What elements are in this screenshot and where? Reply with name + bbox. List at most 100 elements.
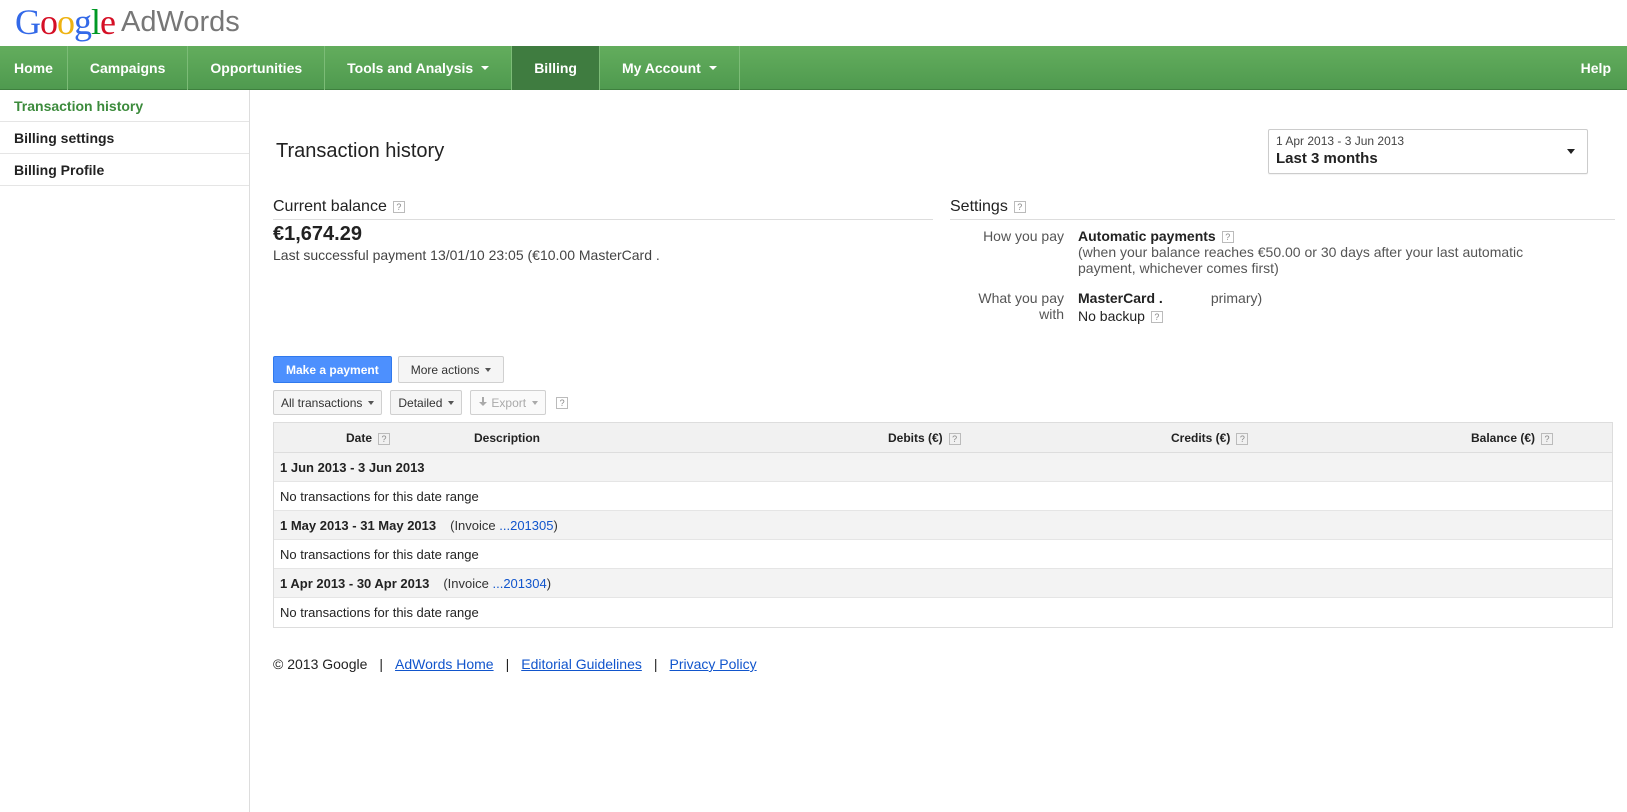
tab-label: Billing (534, 60, 577, 76)
balance-heading-text: Current balance (273, 198, 387, 215)
settings-heading: Settings? (950, 198, 1615, 220)
tab-home[interactable]: Home (0, 46, 68, 90)
empty-message: No transactions for this date range (280, 605, 479, 620)
settings-heading-text: Settings (950, 198, 1008, 215)
invoice-suffix: ) (546, 575, 552, 591)
all-transactions-label: All transactions (281, 395, 363, 410)
footer-link-privacy-policy[interactable]: Privacy Policy (670, 656, 757, 672)
chevron-down-icon (532, 400, 539, 405)
export-label: Export (491, 395, 527, 410)
footer: © 2013 Google | AdWords Home | Editorial… (273, 656, 757, 672)
help-icon[interactable]: ? (1221, 231, 1234, 244)
chevron-down-icon (485, 367, 492, 372)
invoice-ref: (Invoice ...201304) (443, 576, 551, 591)
sidebar-item-billing-settings[interactable]: Billing settings (0, 122, 249, 154)
how-you-pay-value: Automatic payments? (when your balance r… (1078, 228, 1548, 276)
action-buttons: Make a payment More actions (273, 356, 505, 383)
tab-billing[interactable]: Billing (512, 46, 600, 90)
sidebar-item-transaction-history[interactable]: Transaction history (0, 90, 249, 122)
tab-label: Tools and Analysis (347, 60, 474, 76)
help-icon[interactable]: ? (556, 396, 569, 409)
help-icon[interactable]: ? (1236, 432, 1249, 445)
help-icon[interactable]: ? (1013, 200, 1026, 213)
column-balance[interactable]: Balance (€)? (1471, 431, 1554, 445)
table-header: Date? Description Debits (€)? Credits (€… (274, 423, 1612, 453)
help-link[interactable]: Help (1565, 46, 1627, 89)
help-icon[interactable]: ? (948, 432, 961, 445)
invoice-link[interactable]: ...201304 (492, 576, 546, 591)
column-balance-label: Balance (€) (1471, 431, 1536, 445)
tab-tools-and-analysis[interactable]: Tools and Analysis (325, 46, 513, 90)
main-nav: Home Campaigns Opportunities Tools and A… (0, 46, 1627, 90)
sidebar-item-billing-profile[interactable]: Billing Profile (0, 154, 249, 186)
how-you-pay-label: How you pay (983, 228, 1064, 244)
help-icon[interactable]: ? (392, 200, 405, 213)
invoice-ref: (Invoice ...201305) (450, 518, 558, 533)
chevron-down-icon (368, 400, 375, 405)
table-row: No transactions for this date range (274, 482, 1612, 511)
settings-section: Settings? How you pay Automatic payments… (950, 198, 1615, 324)
column-credits[interactable]: Credits (€)? (1171, 431, 1249, 445)
tab-label: Home (14, 60, 53, 76)
backup-text: No backup (1078, 308, 1145, 324)
date-range-label: Last 3 months (1276, 150, 1378, 167)
balance-heading: Current balance? (273, 198, 933, 220)
table-toolbar: All transactions Detailed Export ? (273, 390, 569, 415)
column-debits[interactable]: Debits (€)? (888, 431, 961, 445)
date-range-dates: 1 Apr 2013 - 3 Jun 2013 (1276, 134, 1405, 148)
help-icon[interactable]: ? (1541, 432, 1554, 445)
empty-message: No transactions for this date range (280, 488, 479, 504)
all-transactions-dropdown[interactable]: All transactions (273, 390, 383, 415)
date-range-selector[interactable]: 1 Apr 2013 - 3 Jun 2013 Last 3 months (1268, 129, 1588, 174)
table-row: No transactions for this date range (274, 598, 1612, 627)
tab-campaigns[interactable]: Campaigns (68, 46, 189, 90)
card-primary: primary) (1210, 290, 1263, 306)
chevron-down-icon (481, 66, 490, 70)
make-payment-button[interactable]: Make a payment (273, 356, 392, 383)
transactions-table: Date? Description Debits (€)? Credits (€… (273, 422, 1613, 628)
help-icon[interactable]: ? (1150, 311, 1163, 324)
footer-separator: | (505, 656, 510, 672)
sidebar: Transaction history Billing settings Bil… (0, 90, 250, 812)
empty-message: No transactions for this date range (280, 546, 479, 562)
balance-amount: €1,674.29 (273, 223, 362, 245)
tab-opportunities[interactable]: Opportunities (188, 46, 326, 90)
period-row: 1 Jun 2013 - 3 Jun 2013 (274, 453, 1612, 482)
dropdown-arrow-icon (1567, 149, 1575, 154)
detailed-label: Detailed (398, 395, 443, 410)
table-row: No transactions for this date range (274, 540, 1612, 569)
tab-label: Campaigns (89, 60, 166, 76)
detailed-dropdown[interactable]: Detailed (390, 390, 463, 415)
period-range: 1 Apr 2013 - 30 Apr 2013 (280, 575, 430, 591)
card-name: MasterCard . (1078, 290, 1163, 306)
footer-link-editorial-guidelines[interactable]: Editorial Guidelines (521, 656, 642, 672)
column-description: Description (474, 431, 541, 445)
payment-threshold-note: (when your balance reaches €50.00 or 30 … (1078, 244, 1524, 276)
help-icon[interactable]: ? (378, 432, 391, 445)
settings-table: How you pay Automatic payments? (when yo… (950, 228, 1548, 324)
invoice-prefix: (Invoice (443, 575, 493, 591)
more-actions-label: More actions (410, 362, 480, 377)
export-button[interactable]: Export (470, 390, 547, 415)
chevron-down-icon (448, 400, 455, 405)
column-debits-label: Debits (€) (888, 431, 943, 445)
footer-separator: | (379, 656, 384, 672)
invoice-prefix: (Invoice (450, 517, 500, 533)
column-date[interactable]: Date? (346, 431, 391, 445)
chevron-down-icon (708, 66, 717, 70)
more-actions-button[interactable]: More actions (397, 356, 505, 383)
tab-label: Opportunities (210, 60, 303, 76)
period-row: 1 Apr 2013 - 30 Apr 2013 (Invoice ...201… (274, 569, 1612, 598)
period-range: 1 May 2013 - 31 May 2013 (280, 517, 437, 533)
current-balance-section: Current balance? €1,674.29 Last successf… (273, 198, 933, 263)
adwords-logo[interactable]: Google AdWords (15, 0, 240, 44)
payment-method-type: Automatic payments (1078, 228, 1216, 244)
footer-link-adwords-home[interactable]: AdWords Home (395, 656, 494, 672)
tab-my-account[interactable]: My Account (600, 46, 740, 90)
footer-separator: | (653, 656, 658, 672)
adwords-wordmark: AdWords (121, 5, 240, 38)
invoice-link[interactable]: ...201305 (499, 518, 553, 533)
copyright: © 2013 Google (273, 656, 368, 672)
what-you-pay-with-label: What you pay with (978, 290, 1064, 322)
